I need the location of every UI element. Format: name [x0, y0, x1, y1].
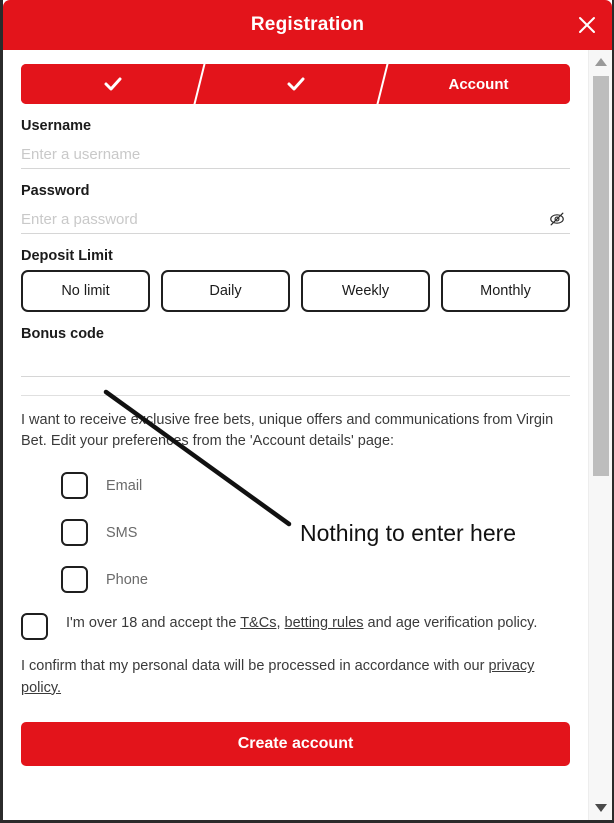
registration-modal: Registration Account Username Enter a us… — [0, 0, 614, 823]
page-title: Registration — [250, 14, 365, 35]
password-input-wrap — [21, 205, 570, 234]
deposit-limit-daily[interactable]: Daily — [161, 270, 290, 312]
password-label: Password — [21, 183, 90, 199]
check-icon — [101, 72, 125, 96]
step-1-completed[interactable] — [21, 64, 204, 104]
terms-text: I'm over 18 and accept the T&Cs, betting… — [66, 613, 537, 635]
deposit-limit-group: Deposit Limit No limit Daily Weekly Mont… — [21, 248, 570, 312]
step-3-label: Account — [448, 75, 509, 93]
marketing-channel-phone[interactable]: Phone — [61, 556, 570, 603]
scrollbar-thumb[interactable] — [593, 76, 609, 476]
check-icon — [284, 72, 308, 96]
vertical-scrollbar[interactable] — [588, 50, 612, 820]
bonus-code-label: Bonus code — [21, 326, 104, 342]
link-tcs[interactable]: T&Cs — [240, 615, 276, 631]
checkbox-phone[interactable] — [61, 566, 88, 594]
bonus-code-group: Bonus code — [21, 326, 570, 377]
close-icon[interactable] — [572, 10, 602, 40]
checkbox-sms-label: SMS — [106, 524, 138, 541]
username-input-wrap — [21, 140, 570, 169]
deposit-limit-options: No limit Daily Weekly Monthly — [21, 270, 570, 312]
username-input[interactable] — [21, 145, 570, 163]
marketing-intro-text: I want to receive exclusive free bets, u… — [21, 412, 554, 450]
step-3-account[interactable]: Account — [387, 64, 570, 104]
registration-stepper: Account — [21, 64, 570, 104]
deposit-limit-label: Deposit Limit — [21, 248, 113, 264]
link-betting-rules[interactable]: betting rules — [285, 615, 364, 631]
annotation-text: Nothing to enter here — [300, 520, 517, 546]
username-field-group: Username — [21, 118, 570, 169]
checkbox-email[interactable] — [61, 472, 88, 500]
checkbox-sms[interactable] — [61, 519, 88, 547]
chevron-up-icon[interactable] — [589, 52, 612, 72]
username-label: Username — [21, 118, 92, 134]
checkbox-email-label: Email — [106, 477, 143, 494]
form-content: Account Username Password — [3, 50, 588, 820]
step-2-completed[interactable] — [204, 64, 387, 104]
deposit-limit-no-limit[interactable]: No limit — [21, 270, 150, 312]
chevron-down-icon[interactable] — [589, 798, 612, 818]
section-divider — [21, 395, 570, 396]
create-account-button[interactable]: Create account — [21, 721, 570, 766]
terms-text-part-3: and age verification policy. — [363, 615, 538, 632]
checkbox-terms[interactable] — [21, 613, 48, 641]
modal-body: Account Username Password — [3, 50, 612, 820]
modal-header: Registration — [3, 0, 612, 50]
terms-acceptance-row: I'm over 18 and accept the T&Cs, betting… — [21, 613, 570, 641]
privacy-text: I confirm that my personal data will be … — [21, 656, 570, 700]
marketing-channel-email[interactable]: Email — [61, 462, 570, 509]
deposit-limit-weekly[interactable]: Weekly — [301, 270, 430, 312]
eye-off-icon[interactable] — [546, 208, 568, 230]
privacy-text-body: I confirm that my personal data will be … — [21, 658, 489, 675]
password-field-group: Password — [21, 183, 570, 234]
bonus-code-input-wrap — [21, 348, 570, 377]
deposit-limit-monthly[interactable]: Monthly — [441, 270, 570, 312]
terms-text-part-2: , — [276, 615, 285, 632]
terms-text-part-1: I'm over 18 and accept the — [66, 615, 241, 632]
password-input[interactable] — [21, 210, 570, 228]
checkbox-phone-label: Phone — [106, 571, 148, 588]
bonus-code-input[interactable] — [21, 353, 570, 371]
